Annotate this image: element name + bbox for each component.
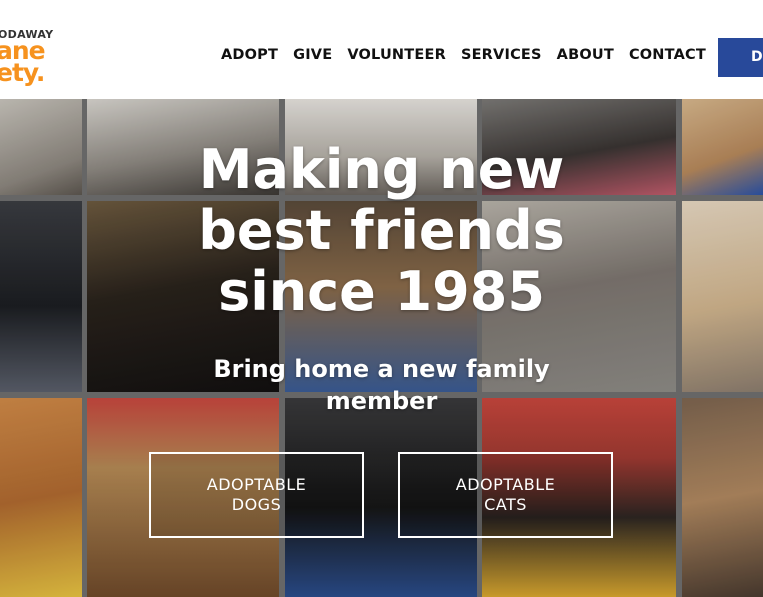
cta-label: ADOPTABLE CATS [456, 475, 555, 515]
hero-title-line: since 1985 [218, 260, 545, 323]
hero-section: Making new best friends since 1985 Bring… [0, 99, 763, 597]
cta-label: ADOPTABLE DOGS [207, 475, 306, 515]
cta-line: ADOPTABLE [455, 475, 556, 494]
main-nav: ADOPT GIVE VOLUNTEER SERVICES ABOUT CONT… [221, 47, 706, 63]
nav-about[interactable]: ABOUT [557, 47, 614, 63]
hero-title: Making new best friends since 1985 [0, 139, 763, 322]
cta-line: CATS [484, 495, 527, 514]
nav-contact[interactable]: CONTACT [629, 47, 706, 63]
hero-subtitle: Bring home a new family member [213, 355, 550, 415]
logo-bottom-text: ety. [0, 58, 45, 86]
nav-volunteer[interactable]: VOLUNTEER [347, 47, 446, 63]
adoptable-cats-button[interactable]: ADOPTABLE CATS [398, 452, 613, 538]
nav-services[interactable]: SERVICES [461, 47, 542, 63]
cta-line: ADOPTABLE [206, 475, 307, 494]
donate-button[interactable]: DONATE [718, 38, 763, 77]
adoptable-dogs-button[interactable]: ADOPTABLE DOGS [149, 452, 364, 538]
nav-adopt[interactable]: ADOPT [221, 47, 278, 63]
humane-society-logo[interactable]: ODAWAY ane ety. [0, 26, 60, 86]
nav-give[interactable]: GIVE [293, 47, 332, 63]
hero-title-line: Making new [198, 138, 565, 201]
hero-title-line: best friends [198, 199, 565, 262]
cta-line: DOGS [231, 495, 282, 514]
site-header: ODAWAY ane ety. ADOPT GIVE VOLUNTEER SER… [0, 0, 763, 99]
